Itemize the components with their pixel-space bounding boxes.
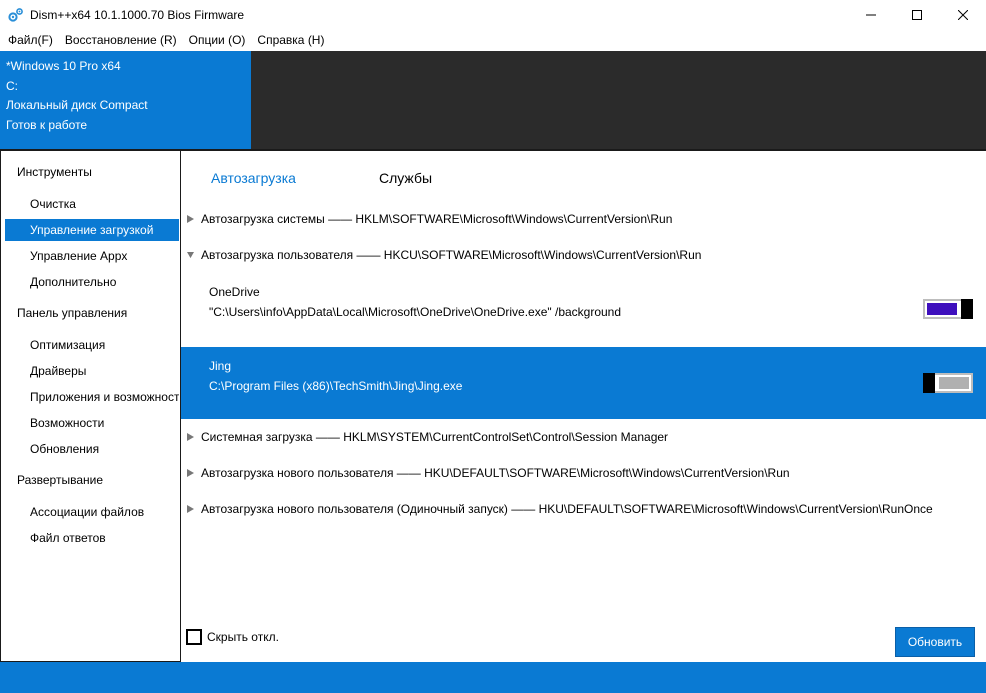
hide-disabled-label: Скрыть откл. xyxy=(207,630,279,644)
sidebar-item-optimization[interactable]: Оптимизация xyxy=(5,334,179,356)
group-label: Автозагрузка нового пользователя (Одиноч… xyxy=(201,502,933,516)
toggle-knob xyxy=(923,373,935,393)
sidebar-section-deployment: Развертывание xyxy=(17,473,104,487)
sidebar: Инструменты Очистка Управление загрузкой… xyxy=(0,149,181,662)
os-name: *Windows 10 Pro x64 xyxy=(6,59,121,73)
entry-name: Jing xyxy=(209,359,232,373)
sidebar-item-apps-features[interactable]: Приложения и возможности xyxy=(5,386,179,408)
group-label: Автозагрузка нового пользователя —— HKU\… xyxy=(201,466,790,480)
toggle-fill xyxy=(939,377,969,389)
group-system-boot[interactable]: Системная загрузка —— HKLM\SYSTEM\Curren… xyxy=(181,427,986,447)
sidebar-item-appx[interactable]: Управление Appx xyxy=(5,245,179,267)
maximize-icon xyxy=(912,10,922,20)
group-label: Автозагрузка системы —— HKLM\SOFTWARE\Mi… xyxy=(201,212,673,226)
image-list-area xyxy=(251,51,986,149)
expand-arrow-icon xyxy=(187,433,194,441)
entry-path: C:\Program Files (x86)\TechSmith\Jing\Ji… xyxy=(209,379,463,393)
minimize-icon xyxy=(866,14,876,16)
window-controls xyxy=(848,0,986,30)
main-panel: Автозагрузка Службы Автозагрузка системы… xyxy=(181,149,986,662)
window-title: Dism++x64 10.1.1000.70 Bios Firmware xyxy=(30,8,245,22)
group-user-autorun[interactable]: Автозагрузка пользователя —— HKCU\SOFTWA… xyxy=(181,245,986,265)
entry-name: OneDrive xyxy=(209,285,260,299)
jing-toggle[interactable] xyxy=(923,373,973,393)
group-new-user-runonce[interactable]: Автозагрузка нового пользователя (Одиноч… xyxy=(181,499,986,519)
sidebar-item-cleanup[interactable]: Очистка xyxy=(5,193,179,215)
group-system-autorun[interactable]: Автозагрузка системы —— HKLM\SOFTWARE\Mi… xyxy=(181,209,986,229)
group-label: Системная загрузка —— HKLM\SYSTEM\Curren… xyxy=(201,430,669,444)
status-bar xyxy=(0,662,986,693)
menu-help[interactable]: Справка (H) xyxy=(252,30,329,51)
sidebar-item-file-associations[interactable]: Ассоциации файлов xyxy=(5,501,179,523)
toggle-fill xyxy=(927,303,957,315)
refresh-button[interactable]: Обновить xyxy=(895,627,975,657)
menu-file[interactable]: Файл(F) xyxy=(3,30,58,51)
close-button[interactable] xyxy=(940,0,986,30)
sidebar-section-control-panel: Панель управления xyxy=(17,306,128,320)
startup-entry-jing[interactable]: Jing C:\Program Files (x86)\TechSmith\Ji… xyxy=(181,347,986,419)
maximize-button[interactable] xyxy=(894,0,940,30)
group-new-user-autorun[interactable]: Автозагрузка нового пользователя —— HKU\… xyxy=(181,463,986,483)
expand-arrow-icon xyxy=(187,215,194,223)
title-bar: Dism++x64 10.1.1000.70 Bios Firmware xyxy=(0,0,986,30)
menu-recovery[interactable]: Восстановление (R) xyxy=(60,30,182,51)
group-label: Автозагрузка пользователя —— HKCU\SOFTWA… xyxy=(201,248,702,262)
tab-services[interactable]: Службы xyxy=(379,170,432,186)
menu-options[interactable]: Опции (O) xyxy=(184,30,251,51)
entry-path: "C:\Users\info\AppData\Local\Microsoft\O… xyxy=(209,305,622,319)
minimize-button[interactable] xyxy=(848,0,894,30)
startup-entry-onedrive[interactable]: OneDrive "C:\Users\info\AppData\Local\Mi… xyxy=(181,273,986,345)
gears-icon xyxy=(8,8,23,22)
sidebar-item-boot-management[interactable]: Управление загрузкой xyxy=(5,219,179,241)
sidebar-item-drivers[interactable]: Драйверы xyxy=(5,360,179,382)
image-info-panel[interactable]: *Windows 10 Pro x64 C: Локальный диск Co… xyxy=(0,51,251,149)
sidebar-section-tools: Инструменты xyxy=(17,165,92,179)
expand-arrow-icon xyxy=(187,505,194,513)
collapse-arrow-icon xyxy=(187,251,194,259)
onedrive-toggle[interactable] xyxy=(923,299,973,319)
sidebar-item-features[interactable]: Возможности xyxy=(5,412,179,434)
expand-arrow-icon xyxy=(187,469,194,477)
close-icon xyxy=(958,10,968,20)
toggle-knob xyxy=(961,299,973,319)
checkbox-box[interactable] xyxy=(186,629,202,645)
sidebar-item-answer-file[interactable]: Файл ответов xyxy=(5,527,179,549)
disk-label: Локальный диск Compact xyxy=(6,98,148,112)
sidebar-item-updates[interactable]: Обновления xyxy=(5,438,179,460)
drive-letter: C: xyxy=(6,78,18,93)
status-text: Готов к работе xyxy=(6,117,88,132)
hide-disabled-checkbox[interactable]: Скрыть откл. xyxy=(186,629,279,645)
sidebar-item-additional[interactable]: Дополнительно xyxy=(5,271,179,293)
tab-autorun[interactable]: Автозагрузка xyxy=(211,170,296,186)
menu-bar: Файл(F) Восстановление (R) Опции (O) Спр… xyxy=(0,30,986,51)
